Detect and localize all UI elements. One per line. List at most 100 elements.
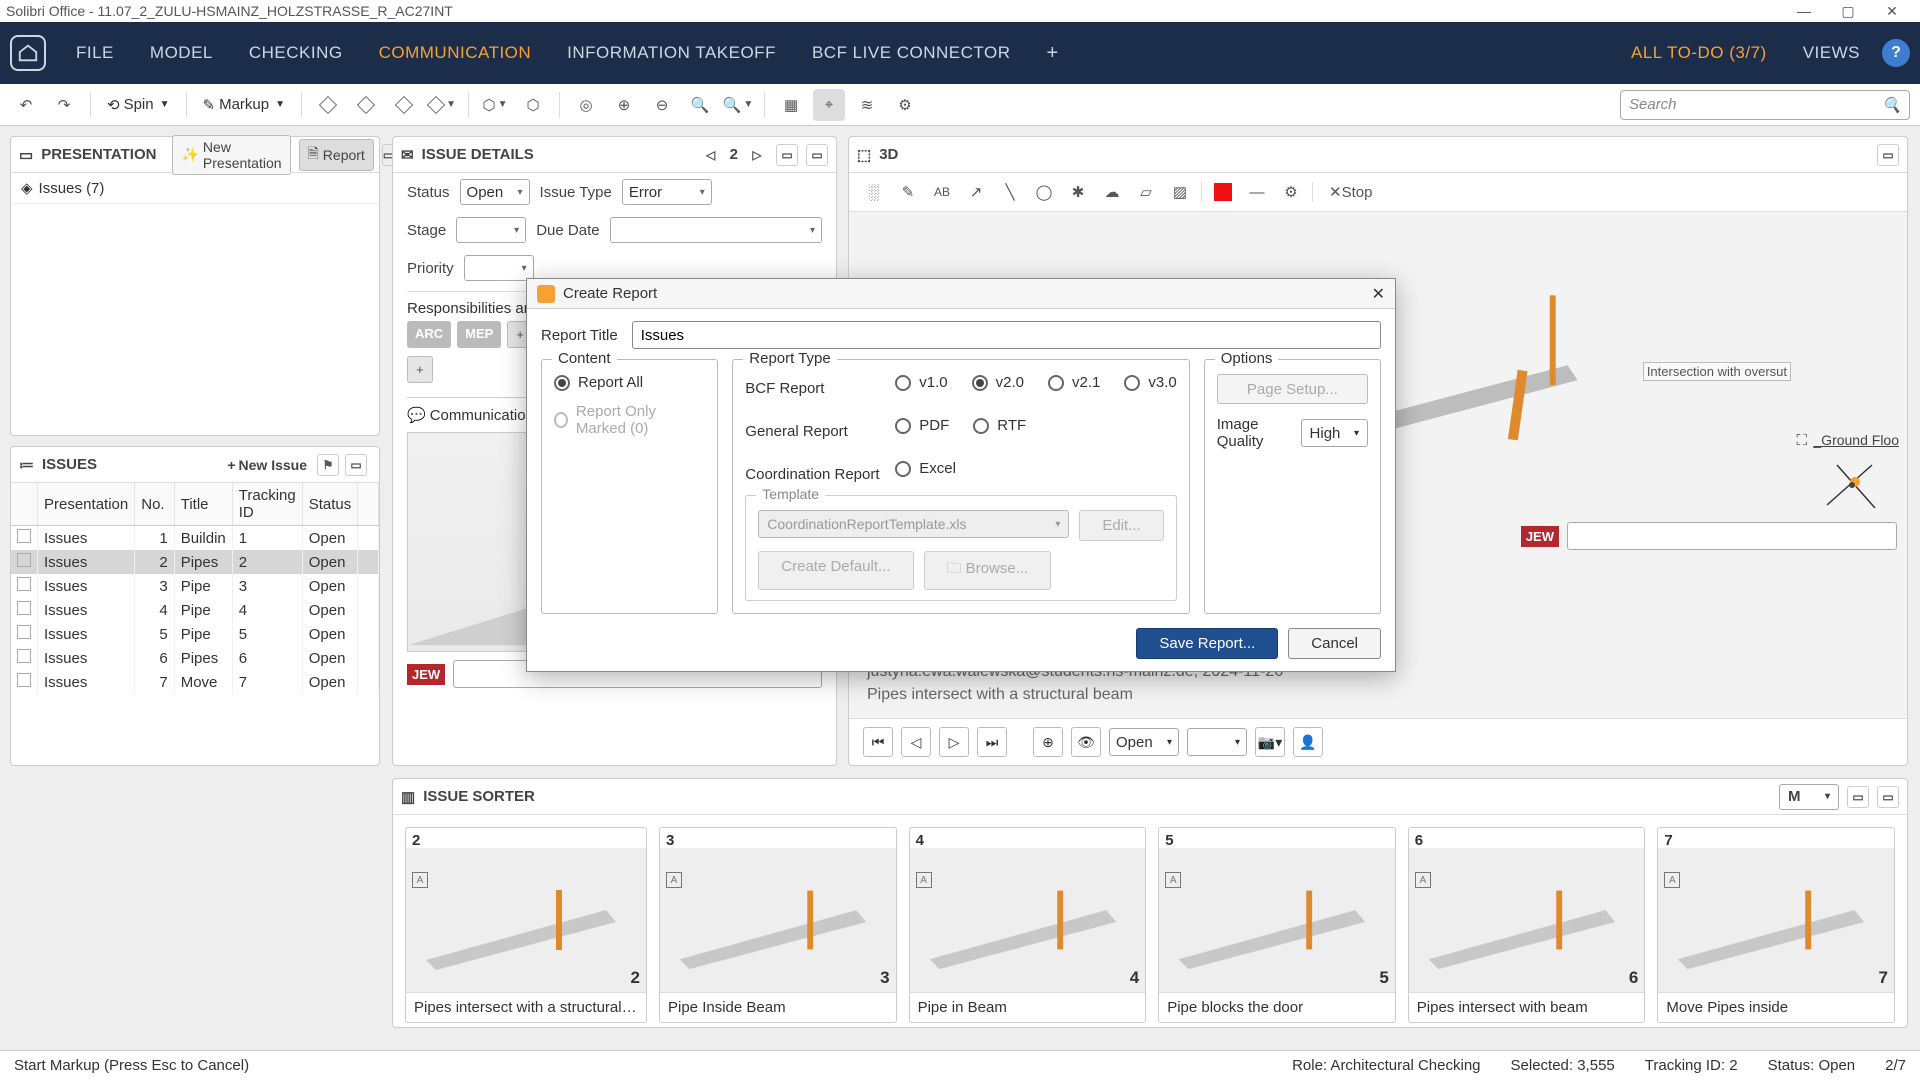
radio-rtf[interactable]: RTF <box>973 417 1026 434</box>
ab-icon[interactable]: AB <box>929 179 955 205</box>
settings3d-icon[interactable]: ⚙ <box>1278 179 1304 205</box>
new-presentation-button[interactable]: ✨ New Presentation <box>172 135 290 175</box>
nav-views[interactable]: VIEWS <box>1789 35 1874 71</box>
sorter-card[interactable]: 7 A 7 Move Pipes inside <box>1657 827 1895 1023</box>
issues-maximize-icon[interactable]: ▭ <box>345 454 367 476</box>
nav-prev-icon[interactable]: ◁ <box>901 727 931 757</box>
cube-2-icon[interactable] <box>350 89 382 121</box>
issues-col-6[interactable] <box>358 483 379 526</box>
nav-next-icon[interactable]: ▷ <box>939 727 969 757</box>
issue-prev-icon[interactable]: ◁ <box>700 144 722 166</box>
gear3d-icon[interactable]: ✱ <box>1065 179 1091 205</box>
arrow3d-icon[interactable]: ↗ <box>963 179 989 205</box>
floor-label[interactable]: _Ground Floo <box>1813 432 1899 448</box>
nav-last-icon[interactable]: ⏭ <box>977 727 1007 757</box>
presentation-row[interactable]: ◈ Issues (7) <box>11 173 379 204</box>
issues-col-2[interactable]: No. <box>135 483 174 526</box>
nav-information-takeoff[interactable]: INFORMATION TAKEOFF <box>553 35 790 71</box>
flag-icon[interactable] <box>17 649 31 663</box>
save-report-button[interactable]: Save Report... <box>1136 628 1278 659</box>
zoom-more-icon[interactable]: 🔍▼ <box>722 89 754 121</box>
details-pop-icon[interactable]: ▭ <box>776 144 798 166</box>
table-row[interactable]: Issues3Pipe3Open <box>11 574 379 598</box>
duedate-select[interactable]: ▾ <box>610 217 822 243</box>
line3d-icon[interactable]: ╲ <box>997 179 1023 205</box>
zoom-in-icon[interactable]: ⊕ <box>608 89 640 121</box>
window-minimize[interactable]: — <box>1782 1 1826 21</box>
comment-input-3d[interactable] <box>1567 522 1897 550</box>
stage-select[interactable]: ▾ <box>456 217 526 243</box>
cube-3-icon[interactable] <box>388 89 420 121</box>
zoom-out-icon[interactable]: ⊖ <box>646 89 678 121</box>
cube-4-icon[interactable]: ▼ <box>426 89 458 121</box>
color-picker[interactable] <box>1210 179 1236 205</box>
nav-checking[interactable]: CHECKING <box>235 35 357 71</box>
radio-v20[interactable]: v2.0 <box>972 374 1024 391</box>
sorter-card[interactable]: 5 A 5 Pipe blocks the door <box>1158 827 1396 1023</box>
flag-icon[interactable] <box>17 553 31 567</box>
sorter-size-select[interactable]: M▾ <box>1779 784 1839 810</box>
table-row[interactable]: Issues7Move7Open <box>11 670 379 694</box>
priority-select[interactable]: ▾ <box>464 255 534 281</box>
nav-first-icon[interactable]: ⏮ <box>863 727 893 757</box>
nav-bcf-live[interactable]: BCF LIVE CONNECTOR <box>798 35 1025 71</box>
stamp2-icon[interactable]: ▨ <box>1167 179 1193 205</box>
flag-icon[interactable] <box>17 529 31 543</box>
stamp1-icon[interactable]: ▱ <box>1133 179 1159 205</box>
details-max-icon[interactable]: ▭ <box>806 144 828 166</box>
ellipse3d-icon[interactable]: ◯ <box>1031 179 1057 205</box>
radio-v30[interactable]: v3.0 <box>1124 374 1176 391</box>
radio-report-all[interactable]: Report All <box>554 374 705 391</box>
pen3d-icon[interactable]: ✎ <box>895 179 921 205</box>
radio-v10[interactable]: v1.0 <box>895 374 947 391</box>
sorter-card[interactable]: 2 A 2 Pipes intersect with a structural … <box>405 827 647 1023</box>
chip-arc[interactable]: ARC <box>407 321 451 348</box>
chip-add-2[interactable]: + <box>407 356 433 383</box>
report-button[interactable]: 🗎 Report <box>299 139 374 171</box>
cloud3d-icon[interactable]: ☁ <box>1099 179 1125 205</box>
sorter-card[interactable]: 4 A 4 Pipe in Beam <box>909 827 1147 1023</box>
undo-icon[interactable]: ↶ <box>10 89 42 121</box>
zoom-target-icon[interactable]: ◎ <box>570 89 602 121</box>
radio-v21[interactable]: v2.1 <box>1048 374 1100 391</box>
issues-flag-icon[interactable]: ⚑ <box>317 454 339 476</box>
grid-icon[interactable]: ▦ <box>775 89 807 121</box>
nav-model[interactable]: MODEL <box>136 35 227 71</box>
table-row[interactable]: Issues4Pipe4Open <box>11 598 379 622</box>
flag-icon[interactable] <box>17 601 31 615</box>
package-icon[interactable]: ⬡▼ <box>479 89 511 121</box>
redo-icon[interactable]: ↷ <box>48 89 80 121</box>
zoom-fit-icon[interactable]: 🔍 <box>684 89 716 121</box>
issuetype-select[interactable]: Error▾ <box>622 179 712 205</box>
layers-icon[interactable]: ≋ <box>851 89 883 121</box>
snap-add-icon[interactable]: ⊕ <box>1033 727 1063 757</box>
expand-icon[interactable]: ⛶ <box>1796 432 1807 449</box>
window-maximize[interactable]: ▢ <box>1826 1 1870 21</box>
flag-icon[interactable] <box>17 577 31 591</box>
chip-mep[interactable]: MEP <box>457 321 501 348</box>
gear-3d-icon[interactable]: ⚙ <box>889 89 921 121</box>
table-row[interactable]: Issues6Pipes6Open <box>11 646 379 670</box>
table-row[interactable]: Issues1Buildin1Open <box>11 526 379 551</box>
image-quality-select[interactable]: High▾ <box>1301 419 1368 447</box>
radio-pdf[interactable]: PDF <box>895 417 949 434</box>
sorter-card[interactable]: 6 A 6 Pipes intersect with beam <box>1408 827 1646 1023</box>
blank-footer-select[interactable]: ▾ <box>1187 728 1247 756</box>
issues-col-4[interactable]: Tracking ID <box>232 483 302 526</box>
table-row[interactable]: Issues2Pipes2Open <box>11 550 379 574</box>
grid3d-icon[interactable]: ░ <box>861 179 887 205</box>
nav-communication[interactable]: COMMUNICATION <box>365 35 546 71</box>
flag-icon[interactable] <box>17 673 31 687</box>
sorter-pop-icon[interactable]: ▭ <box>1847 786 1869 808</box>
person-footer-icon[interactable]: 👤 <box>1293 727 1323 757</box>
package2-icon[interactable]: ⬡ <box>517 89 549 121</box>
status-select[interactable]: Open▾ <box>460 179 530 205</box>
help-icon[interactable]: ? <box>1882 39 1910 67</box>
issue-next-icon[interactable]: ▷ <box>746 144 768 166</box>
search-input[interactable]: Search 🔍 <box>1620 90 1910 120</box>
nav-file[interactable]: FILE <box>62 35 128 71</box>
markup-dropdown[interactable]: ✎Markup▼ <box>197 96 292 114</box>
nav-all-todo[interactable]: ALL TO-DO (3/7) <box>1617 35 1781 71</box>
cube-1-icon[interactable] <box>312 89 344 121</box>
nav-add-tab[interactable]: + <box>1033 34 1073 73</box>
